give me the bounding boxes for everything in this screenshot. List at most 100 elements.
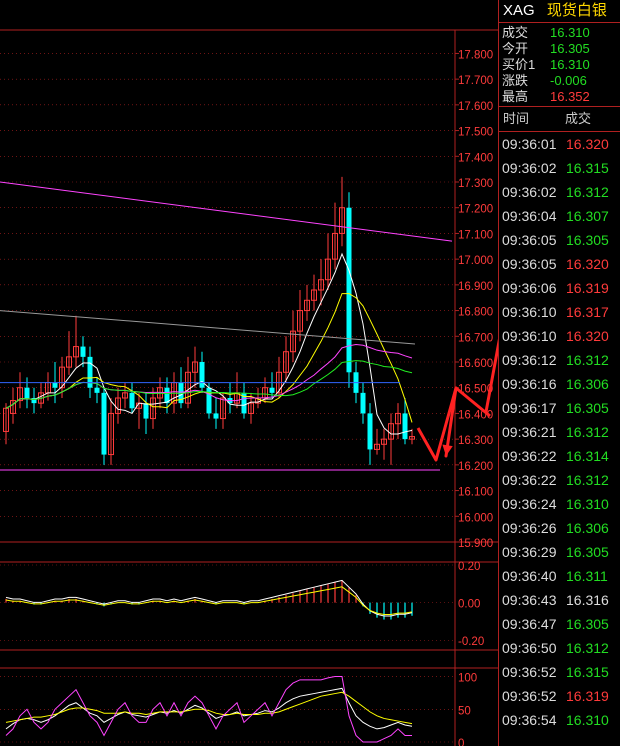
tick-price: 16.307 bbox=[566, 208, 609, 224]
quote-label: 今开 bbox=[502, 41, 529, 56]
macd-dif-line bbox=[5, 579, 413, 617]
tick-price: 16.310 bbox=[566, 712, 609, 728]
kdj-line bbox=[5, 691, 413, 725]
quote-panel: XAG 现货白银 成交 16.310 今开 16.305 买价1 16.310 涨跌 -0.0… bbox=[498, 0, 620, 746]
tick-time: 09:36:47 bbox=[502, 616, 557, 632]
tick-time: 09:36:01 bbox=[502, 136, 557, 152]
price-tick-label: 16.600 bbox=[458, 358, 493, 370]
tick-price: 16.319 bbox=[566, 688, 609, 704]
tick-row[interactable]: 09:36:21 16.312 bbox=[499, 420, 620, 444]
price-tick-label: 16.800 bbox=[458, 307, 493, 319]
price-tick-label: 16.000 bbox=[458, 512, 493, 524]
tick-time: 09:36:02 bbox=[502, 184, 557, 200]
kdj-tick-label: 0 bbox=[458, 738, 464, 746]
tick-list[interactable]: 09:36:01 16.320 09:36:02 16.315 09:36:02 16.3… bbox=[499, 132, 620, 732]
quote-value: 16.305 bbox=[550, 41, 590, 56]
price-tick-label: 16.300 bbox=[458, 435, 493, 447]
tick-row[interactable]: 09:36:26 16.306 bbox=[499, 516, 620, 540]
tick-row[interactable]: 09:36:16 16.306 bbox=[499, 372, 620, 396]
tick-price: 16.315 bbox=[566, 160, 609, 176]
price-tick-label: 17.800 bbox=[458, 49, 493, 61]
tick-row[interactable]: 09:36:10 16.317 bbox=[499, 300, 620, 324]
tick-price: 16.312 bbox=[566, 472, 609, 488]
tick-price: 16.305 bbox=[566, 400, 609, 416]
tick-row[interactable]: 09:36:05 16.305 bbox=[499, 228, 620, 252]
instrument-symbol: XAG bbox=[503, 2, 535, 19]
price-tick-label: 17.300 bbox=[458, 178, 493, 190]
tick-price: 16.320 bbox=[566, 256, 609, 272]
kdj-tick-label: 50 bbox=[458, 705, 471, 717]
quote-value: 16.310 bbox=[550, 25, 590, 40]
tick-time: 09:36:10 bbox=[502, 328, 557, 344]
tick-row[interactable]: 09:36:24 16.310 bbox=[499, 492, 620, 516]
tick-price: 16.312 bbox=[566, 352, 609, 368]
tick-price: 16.310 bbox=[566, 496, 609, 512]
price-tick-label: 16.900 bbox=[458, 281, 493, 293]
candle-body bbox=[24, 387, 30, 398]
candle-body bbox=[80, 346, 86, 357]
candle-body bbox=[269, 387, 275, 393]
candle-body bbox=[143, 403, 149, 419]
tick-row[interactable]: 09:36:05 16.320 bbox=[499, 252, 620, 276]
instrument-name: 现货白银 bbox=[546, 2, 607, 19]
candle-body bbox=[206, 387, 212, 414]
price-tick-label: 15.900 bbox=[458, 538, 493, 550]
quote-row: 买价1 16.310 bbox=[499, 57, 620, 73]
tick-row[interactable]: 09:36:04 16.307 bbox=[499, 204, 620, 228]
tick-price: 16.306 bbox=[566, 520, 609, 536]
price-tick-label: 17.000 bbox=[458, 255, 493, 267]
tick-time: 09:36:54 bbox=[502, 712, 557, 728]
tick-time: 09:36:17 bbox=[502, 400, 557, 416]
tick-time: 09:36:21 bbox=[502, 424, 557, 440]
tick-price: 16.305 bbox=[566, 232, 609, 248]
tick-row[interactable]: 09:36:02 16.315 bbox=[499, 156, 620, 180]
tick-row[interactable]: 09:36:29 16.305 bbox=[499, 540, 620, 564]
tick-row[interactable]: 09:36:52 16.319 bbox=[499, 684, 620, 708]
tick-price: 16.319 bbox=[566, 280, 609, 296]
tick-row[interactable]: 09:36:52 16.315 bbox=[499, 660, 620, 684]
quote-label: 成交 bbox=[502, 25, 529, 40]
quote-label: 最高 bbox=[502, 89, 529, 104]
tick-row[interactable]: 09:36:06 16.319 bbox=[499, 276, 620, 300]
tick-price: 16.317 bbox=[566, 304, 609, 320]
candle-body bbox=[199, 362, 205, 388]
tick-row[interactable]: 09:36:40 16.311 bbox=[499, 564, 620, 588]
tick-time: 09:36:05 bbox=[502, 256, 557, 272]
tick-row[interactable]: 09:36:17 16.305 bbox=[499, 396, 620, 420]
quote-value: 16.352 bbox=[550, 89, 590, 104]
tick-row[interactable]: 09:36:02 16.312 bbox=[499, 180, 620, 204]
tick-row[interactable]: 09:36:43 16.316 bbox=[499, 588, 620, 612]
quote-value: -0.006 bbox=[550, 73, 587, 88]
tick-price: 16.312 bbox=[566, 640, 609, 656]
quote-summary: 成交 16.310 今开 16.305 买价1 16.310 涨跌 -0.006 最高 16.35… bbox=[499, 23, 620, 107]
tick-row[interactable]: 09:36:22 16.314 bbox=[499, 444, 620, 468]
tick-row[interactable]: 09:36:47 16.305 bbox=[499, 612, 620, 636]
tick-price: 16.320 bbox=[566, 136, 609, 152]
candle-body bbox=[101, 392, 107, 455]
tick-row[interactable]: 09:36:50 16.312 bbox=[499, 636, 620, 660]
price-tick-label: 17.500 bbox=[458, 127, 493, 139]
long-ma-line bbox=[0, 310, 416, 345]
price-tick-label: 17.600 bbox=[458, 101, 493, 113]
tick-row[interactable]: 09:36:54 16.310 bbox=[499, 708, 620, 732]
tick-price: 16.315 bbox=[566, 664, 609, 680]
kline-chart[interactable]: 17.800 17.700 17.600 17.500 17.400 17.300 17.2… bbox=[0, 0, 498, 746]
macd-tick-label: 0.00 bbox=[458, 599, 480, 611]
tick-row[interactable]: 09:36:10 16.320 bbox=[499, 324, 620, 348]
tick-price: 16.312 bbox=[566, 424, 609, 440]
tick-row[interactable]: 09:36:12 16.312 bbox=[499, 348, 620, 372]
tick-price: 16.306 bbox=[566, 376, 609, 392]
candle-body bbox=[52, 382, 58, 388]
price-tick-label: 17.700 bbox=[458, 75, 493, 87]
tick-price: 16.311 bbox=[566, 568, 608, 584]
tick-time: 09:36:52 bbox=[502, 688, 557, 704]
tick-price-header: 成交 bbox=[565, 111, 592, 126]
tick-row[interactable]: 09:36:22 16.312 bbox=[499, 468, 620, 492]
price-tick-label: 16.700 bbox=[458, 332, 493, 344]
candle-body bbox=[360, 392, 366, 414]
tick-row[interactable]: 09:36:01 16.320 bbox=[499, 132, 620, 156]
price-tick-label: 16.200 bbox=[458, 461, 493, 473]
kline-chart-area[interactable]: 17.800 17.700 17.600 17.500 17.400 17.300 17.2… bbox=[0, 0, 498, 746]
candle-body bbox=[94, 387, 100, 393]
tick-time: 09:36:26 bbox=[502, 520, 557, 536]
